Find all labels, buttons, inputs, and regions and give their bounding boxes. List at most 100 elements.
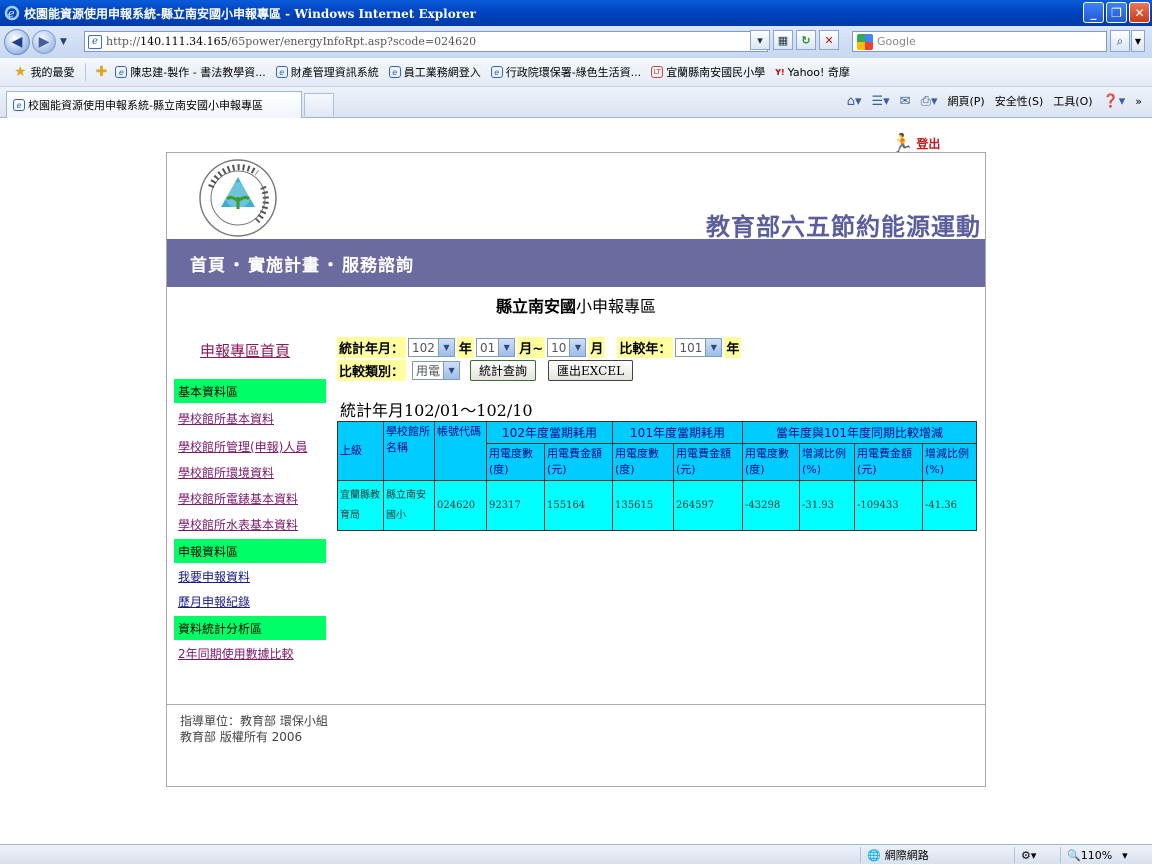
col-diff-kwh: 用電度數(度) bbox=[742, 443, 800, 481]
zoom-value: 110% bbox=[1080, 848, 1113, 862]
col-cur-kwh: 用電度數(度) bbox=[486, 443, 545, 481]
minimize-button[interactable]: _ bbox=[1083, 2, 1104, 23]
site-header: 教育部六五節約能源運動 bbox=[167, 153, 985, 241]
safety-menu[interactable]: 安全性(S) bbox=[995, 93, 1044, 109]
favorite-link[interactable]: e 財產管理資訊系統 bbox=[275, 64, 379, 80]
address-toolbar: ◀ ▶ ▼ e http://140.111.34.165/65power/en… bbox=[0, 26, 1152, 58]
mail-icon[interactable]: ✉ bbox=[900, 94, 911, 109]
status-bar: 🌐 網際網路 ⚙▾ 🔍 110% ▾ bbox=[0, 844, 1152, 864]
chevron-down-icon: ▼ bbox=[498, 339, 515, 356]
forward-button[interactable]: ▶ bbox=[32, 30, 56, 54]
tools-menu[interactable]: 工具(O) bbox=[1053, 93, 1092, 109]
url-prefix: http:// bbox=[106, 35, 141, 48]
nav-plan[interactable]: 實施計畫 bbox=[248, 251, 320, 276]
logout-label: 登出 bbox=[916, 137, 941, 151]
col-diff-fee-pct: 增減比例(%) bbox=[922, 443, 977, 481]
col-upper: 上級 bbox=[337, 421, 384, 481]
refresh-icon[interactable]: ↻ bbox=[796, 30, 816, 50]
query-button[interactable]: 統計查詢 bbox=[470, 360, 537, 381]
history-dropdown-icon[interactable]: ▼ bbox=[60, 37, 67, 47]
sidebar-item-report[interactable]: 我要申報資料 bbox=[178, 568, 250, 585]
export-excel-button[interactable]: 匯出EXCEL bbox=[548, 360, 634, 381]
col-prev-kwh: 用電度數(度) bbox=[612, 443, 674, 481]
compare-year-select[interactable]: 101 ▼ bbox=[675, 338, 723, 357]
favorites-star-icon[interactable]: ★ bbox=[14, 64, 27, 80]
zoom-control[interactable]: 🔍 110% ▾ bbox=[1060, 847, 1150, 863]
month-separator: 月~ bbox=[517, 337, 546, 358]
print-icon[interactable]: ⎙▾ bbox=[921, 94, 938, 109]
year-value: 102 bbox=[412, 340, 435, 355]
back-button[interactable]: ◀ bbox=[4, 29, 30, 55]
search-input[interactable]: Google bbox=[852, 31, 1107, 52]
search-button[interactable]: ⌕ bbox=[1110, 30, 1130, 52]
protected-mode-icon[interactable]: ⚙▾ bbox=[1014, 847, 1060, 863]
arrow-left-icon: ◀ bbox=[11, 34, 23, 50]
sidebar-item-history[interactable]: 歷月申報紀錄 bbox=[178, 593, 250, 610]
feeds-icon[interactable]: ☰▾ bbox=[871, 94, 889, 109]
favorite-link[interactable]: e 行政院環保署-綠色生活資... bbox=[490, 64, 641, 80]
sidebar-item-school-environment[interactable]: 學校館所環境資料 bbox=[178, 464, 274, 481]
col-prev-fee: 用電費金額(元) bbox=[673, 443, 743, 481]
new-tab-button[interactable] bbox=[304, 93, 334, 116]
nav-separator: ・ bbox=[228, 255, 246, 276]
search-placeholder: Google bbox=[877, 35, 916, 48]
sidebar-item-electric-meter[interactable]: 學校館所電錶基本資料 bbox=[178, 490, 298, 507]
url-host: 140.111.34.165 bbox=[140, 35, 228, 48]
logout-link[interactable]: 🏃 登出 bbox=[891, 133, 940, 154]
cell-prev-kwh: 135615 bbox=[612, 480, 674, 531]
top-nav: 首頁 ・ 實施計畫 ・ 服務諮詢 bbox=[167, 239, 985, 287]
favorite-label: 陳忠建-製作 - 書法教學資... bbox=[130, 66, 266, 79]
add-favorite-icon[interactable]: ✚ bbox=[96, 64, 108, 80]
sidebar-section-report: 申報資料區 bbox=[174, 539, 326, 563]
nav-service[interactable]: 服務諮詢 bbox=[342, 251, 414, 276]
stop-icon[interactable]: ✕ bbox=[819, 30, 839, 50]
globe-icon: 🌐 bbox=[867, 848, 881, 862]
compare-year-value: 101 bbox=[679, 340, 703, 355]
chevron-more-icon[interactable]: » bbox=[1135, 95, 1142, 108]
col-group-compare: 當年度與101年度同期比較增減 bbox=[742, 421, 977, 444]
address-input[interactable]: e http://140.111.34.165/65power/energyIn… bbox=[84, 31, 768, 52]
ie-icon: e bbox=[13, 99, 25, 111]
sidebar-section-basic: 基本資料區 bbox=[174, 379, 326, 403]
compatibility-view-icon[interactable]: ▦ bbox=[773, 30, 793, 50]
sidebar-item-school-basic[interactable]: 學校館所基本資料 bbox=[178, 410, 274, 427]
tab-current[interactable]: e 校園能資源使用申報系統-縣立南安國小申報專區 bbox=[6, 91, 302, 118]
month-from-select[interactable]: 01 ▼ bbox=[475, 338, 516, 357]
yahoo-icon: Y! bbox=[775, 67, 785, 77]
ministry-of-education-logo bbox=[199, 159, 277, 237]
compare-type-row: 比較類別： 用電 ▼ 統計查詢 匯出EXCEL bbox=[337, 360, 634, 381]
address-dropdown-icon[interactable]: ▾ bbox=[750, 30, 770, 50]
favorite-link[interactable]: e 陳忠建-製作 - 書法教學資... bbox=[115, 64, 266, 80]
nav-home[interactable]: 首頁 bbox=[190, 251, 226, 276]
search-options-icon[interactable]: ▼ bbox=[1131, 30, 1145, 52]
arrow-right-icon: ▶ bbox=[38, 34, 50, 50]
page-menu[interactable]: 網頁(P) bbox=[948, 93, 985, 109]
favorite-link[interactable]: LT 宜蘭縣南安國民小學 bbox=[651, 64, 765, 80]
sidebar-home-link[interactable]: 申報專區首頁 bbox=[200, 340, 290, 361]
col-group-previous: 101年度當期耗用 bbox=[612, 421, 743, 444]
magnifier-icon: ⌕ bbox=[1116, 33, 1124, 48]
close-button[interactable]: ✕ bbox=[1129, 2, 1150, 23]
chevron-down-icon: ▼ bbox=[443, 362, 460, 379]
favorite-link[interactable]: e 員工業務網登入 bbox=[388, 64, 481, 80]
restore-button[interactable]: ❐ bbox=[1106, 2, 1127, 23]
cell-school: 縣立南安國小 bbox=[383, 480, 435, 531]
page-title-bold: 縣立南安國 bbox=[495, 297, 576, 316]
cell-diff-kwh: -43298 bbox=[742, 480, 800, 531]
cell-diff-fee: -109433 bbox=[854, 480, 923, 531]
home-icon[interactable]: ⌂▾ bbox=[847, 94, 862, 109]
col-diff-fee: 用電費金額(元) bbox=[854, 443, 923, 481]
compare-type-select[interactable]: 用電 ▼ bbox=[412, 361, 461, 380]
sidebar-item-water-meter[interactable]: 學校館所水表基本資料 bbox=[178, 516, 298, 533]
col-account: 帳號代碼 bbox=[434, 421, 487, 481]
sidebar-item-school-admin[interactable]: 學校館所管理(申報)人員 bbox=[178, 438, 307, 455]
sidebar-item-compare[interactable]: 2年同期使用數據比較 bbox=[178, 645, 294, 662]
favorite-link[interactable]: Y! Yahoo! 奇摩 bbox=[775, 64, 850, 80]
year-select[interactable]: 102 ▼ bbox=[408, 338, 455, 357]
month-to-select[interactable]: 10 ▼ bbox=[547, 338, 587, 357]
favorites-button[interactable]: 我的最愛 bbox=[31, 64, 75, 80]
stat-title: 統計年月102/01～102/10 bbox=[340, 401, 533, 420]
help-icon[interactable]: ❓▾ bbox=[1103, 94, 1126, 109]
year-unit: 年 bbox=[456, 337, 474, 358]
ie-icon: e bbox=[490, 66, 503, 78]
